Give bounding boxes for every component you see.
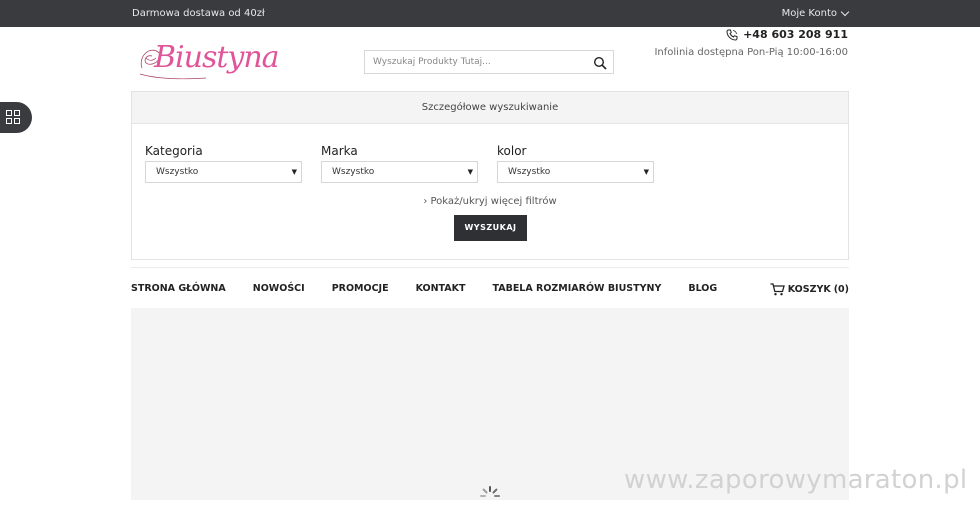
nav-size-chart[interactable]: TABELA ROZMIARÓW BIUSTYNY — [492, 283, 661, 294]
cart-icon — [770, 283, 785, 296]
nav-divider — [131, 267, 849, 268]
advanced-search-panel: Szczegółowe wyszukiwanie Kategoria Wszys… — [131, 91, 849, 260]
phone-icon — [726, 29, 738, 41]
filter-color-select[interactable]: Wszystko ▼ — [497, 161, 654, 183]
nav-home[interactable]: STRONA GŁÓWNA — [131, 283, 226, 294]
filter-brand: Marka Wszystko ▼ — [321, 144, 478, 183]
free-shipping-text: Darmowa dostawa od 40zł — [132, 8, 265, 19]
advanced-search-title: Szczegółowe wyszukiwanie — [132, 92, 848, 124]
nav-blog[interactable]: BLOG — [688, 283, 717, 294]
search-submit-button[interactable]: WYSZUKAJ — [454, 215, 527, 241]
chevron-down-icon — [840, 7, 850, 17]
chevron-right-icon: › — [423, 196, 428, 207]
filter-category-label: Kategoria — [145, 144, 203, 158]
filter-brand-label: Marka — [321, 144, 358, 158]
filter-color-value: Wszystko — [508, 167, 551, 177]
nav-promotions[interactable]: PROMOCJE — [332, 283, 389, 294]
cart-label: KOSZYK — [787, 284, 831, 295]
cart-link[interactable]: KOSZYK (0) — [770, 283, 849, 296]
hotline-hours: Infolinia dostępna Pon-Pią 10:00-16:00 — [654, 47, 848, 58]
nav-new[interactable]: NOWOŚCI — [253, 283, 305, 294]
filter-color-label: kolor — [497, 144, 527, 158]
cart-count: (0) — [833, 284, 849, 295]
phone-text: +48 603 208 911 — [743, 28, 848, 41]
dropdown-arrow-icon: ▼ — [291, 168, 297, 176]
dropdown-arrow-icon: ▼ — [643, 168, 649, 176]
filter-brand-value: Wszystko — [332, 167, 375, 177]
filter-color: kolor Wszystko ▼ — [497, 144, 654, 183]
filter-brand-select[interactable]: Wszystko ▼ — [321, 161, 478, 183]
search-box — [364, 50, 614, 74]
top-bar: Darmowa dostawa od 40zł Moje Konto — [0, 0, 980, 27]
phone-number[interactable]: +48 603 208 911 — [726, 28, 848, 41]
side-menu-toggle[interactable] — [0, 102, 32, 133]
my-account-label: Moje Konto — [781, 8, 837, 19]
filter-category-select[interactable]: Wszystko ▼ — [145, 161, 302, 183]
spinner-icon — [480, 486, 500, 497]
watermark-text: www.zaporowymaraton.pl — [624, 465, 968, 495]
dropdown-arrow-icon: ▼ — [467, 168, 473, 176]
search-input[interactable] — [365, 51, 601, 73]
filter-category: Kategoria Wszystko ▼ — [145, 144, 302, 183]
toggle-more-filters[interactable]: › Pokaż/ukryj więcej filtrów — [132, 196, 848, 207]
nav-contact[interactable]: KONTAKT — [416, 283, 466, 294]
logo-text[interactable]: Biustyna — [154, 40, 280, 75]
main-navigation: STRONA GŁÓWNA NOWOŚCI PROMOCJE KONTAKT T… — [131, 283, 717, 294]
my-account-menu[interactable]: Moje Konto — [781, 7, 850, 19]
grid-icon — [6, 110, 20, 124]
search-icon[interactable] — [593, 56, 607, 70]
toggle-more-filters-label: Pokaż/ukryj więcej filtrów — [430, 196, 557, 207]
filter-category-value: Wszystko — [156, 167, 199, 177]
